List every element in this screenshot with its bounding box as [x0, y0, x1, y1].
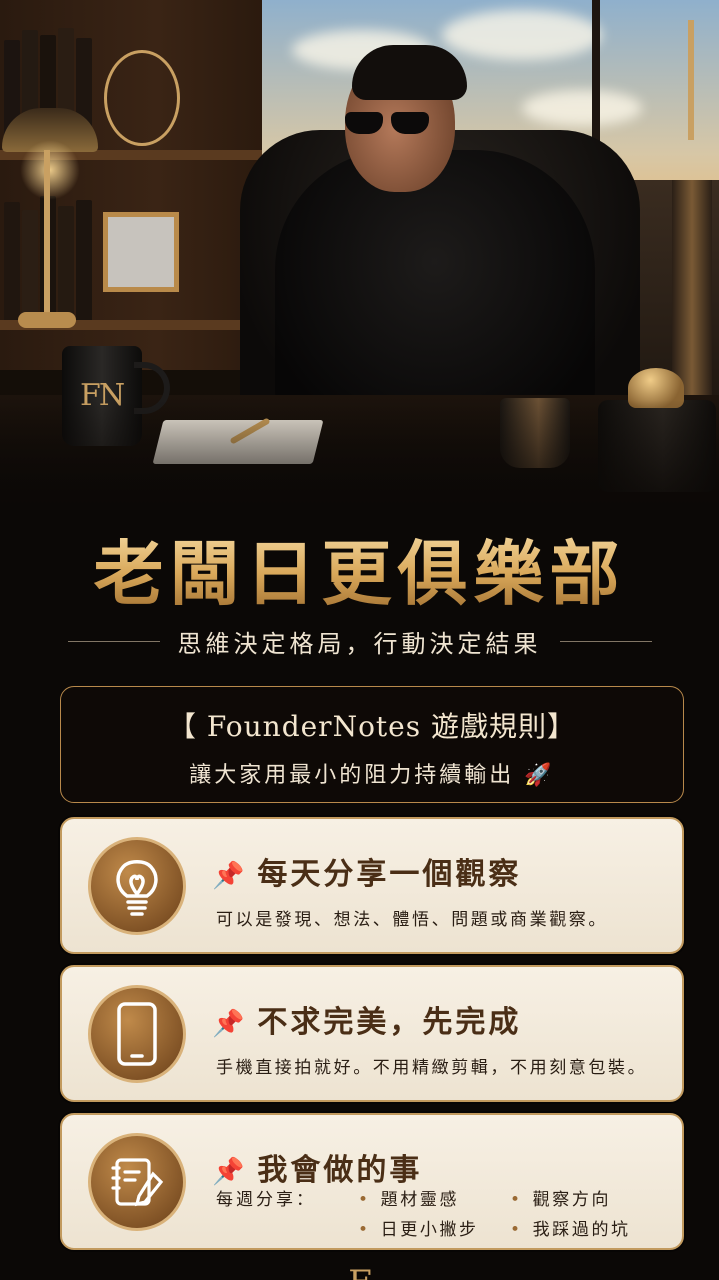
rules-description: 讓大家用最小的阻力持續輸出 🚀	[189, 763, 555, 788]
divider-left	[67, 640, 160, 642]
card-description: 可以是發現、想法、體悟、問題或商業觀察。	[216, 910, 608, 930]
skyscraper-spire	[688, 20, 694, 140]
pushpin-icon: 📌	[212, 861, 248, 891]
card-title: 📌 不求完美，先完成	[212, 1005, 522, 1040]
pushpin-icon: 📌	[212, 1157, 248, 1187]
card-title: 📌 每天分享一個觀察	[212, 857, 522, 892]
card-title: 📌 我會做的事	[212, 1153, 423, 1188]
businessman	[275, 150, 595, 430]
rule-card-done-not-perfect: 📌 不求完美，先完成 手機直接拍就好。不用精緻剪輯，不用刻意包裝。	[60, 965, 684, 1102]
list-item: 日更小撇步	[358, 1215, 479, 1240]
rules-title: 【 FounderNotes 遊戲規則】	[167, 710, 577, 743]
photo-frame	[103, 212, 179, 292]
sunglasses	[345, 112, 435, 134]
page-title: 老闆日更俱樂部	[0, 518, 719, 619]
armillary-globe	[104, 50, 180, 146]
rules-box: 【 FounderNotes 遊戲規則】 讓大家用最小的阻力持續輸出 🚀	[60, 686, 684, 803]
divider-right	[559, 640, 652, 642]
list-item: 觀察方向	[510, 1185, 611, 1210]
notebook-pen-icon	[88, 1133, 186, 1231]
lightbulb-icon	[88, 837, 186, 935]
desk-lamp-stem	[44, 150, 50, 320]
pushpin-icon: 📌	[212, 1009, 248, 1039]
subtitle-row: 思維決定格局，行動決定結果	[0, 624, 719, 658]
rule-card-what-i-do: 📌我會做的事 每週分享： 題材靈感 觀察方向 日更小撇步 我踩過的坑	[60, 1113, 684, 1250]
hero-image: FN	[0, 0, 719, 520]
smartphone-icon	[88, 985, 186, 1083]
weekly-share-label: 每週分享：	[216, 1190, 316, 1210]
list-item: 我踩過的坑	[510, 1215, 631, 1240]
businessman-hair	[352, 45, 467, 100]
list-item: 題材靈感	[358, 1185, 459, 1210]
footer-logo: F	[336, 1266, 384, 1280]
card-description: 手機直接拍就好。不用精緻剪輯，不用刻意包裝。	[216, 1058, 648, 1078]
desk-lamp-base	[18, 312, 76, 328]
subtitle: 思維決定格局，行動決定結果	[177, 629, 542, 658]
rule-card-observation: 📌 每天分享一個觀察 可以是發現、想法、體悟、問題或商業觀察。	[60, 817, 684, 954]
lamp-glow	[20, 140, 80, 200]
